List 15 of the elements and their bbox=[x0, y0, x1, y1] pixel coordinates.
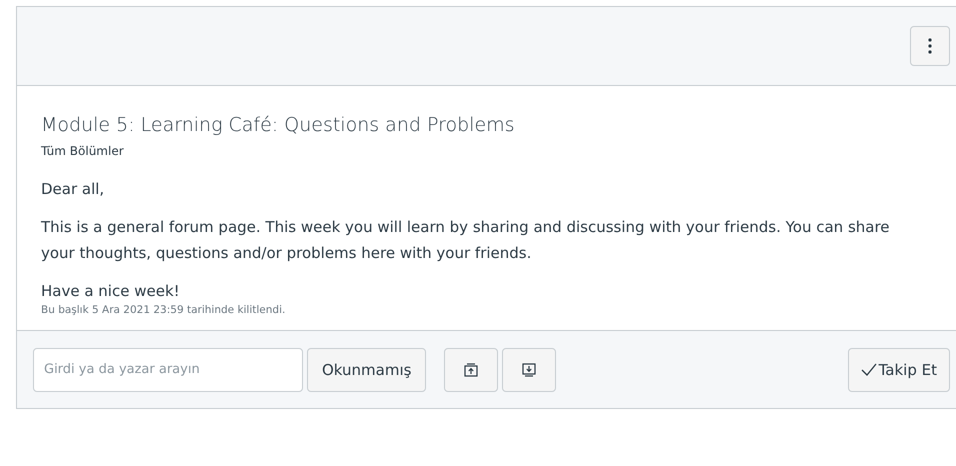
message-paragraph: Dear all, bbox=[41, 179, 106, 200]
expand-button[interactable] bbox=[444, 348, 498, 392]
collapse-button[interactable] bbox=[502, 348, 556, 392]
kebab-menu-icon bbox=[928, 38, 932, 54]
up-arrow-box-icon bbox=[464, 362, 478, 376]
down-arrow-box-icon bbox=[522, 362, 536, 376]
message-paragraph: Have a nice week! bbox=[41, 281, 181, 302]
section-label: Tüm Bölümler bbox=[41, 144, 125, 158]
checkmark-icon bbox=[860, 362, 877, 376]
unread-button[interactable]: Okunmamış bbox=[307, 348, 426, 392]
search-field[interactable]: Girdi ya da yazar arayın bbox=[33, 348, 303, 392]
lock-note: Bu başlık 5 Ara 2021 23:59 tarihinde kilitlendi. bbox=[41, 304, 286, 316]
follow-button[interactable]: Takip Et bbox=[848, 348, 950, 392]
topic-title: Module 5: Learning Café: Questions and Problems bbox=[41, 114, 516, 136]
message-paragraph: This is a general forum page. This week you will learn by sharing and discussing with your friends. You can share your thoughts, questions and/or problems here with your friends. bbox=[41, 217, 891, 264]
